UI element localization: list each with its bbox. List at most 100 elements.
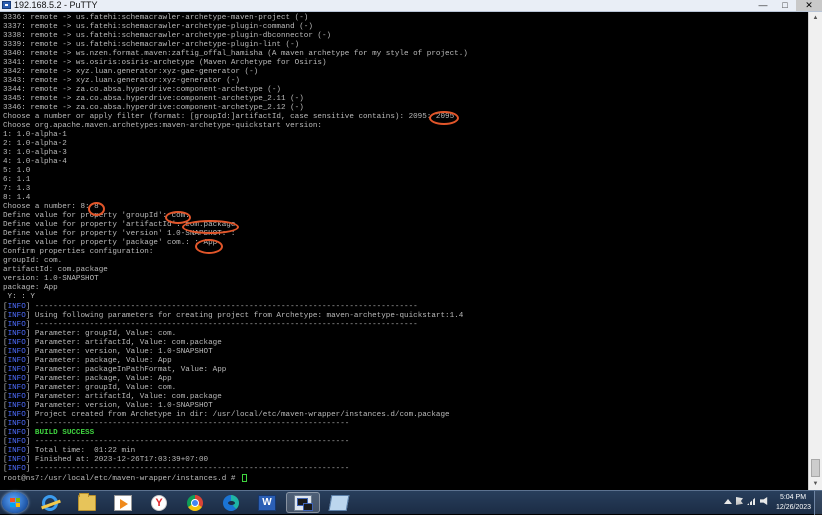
terminal-line: Define value for property 'version' 1.0-… — [3, 230, 468, 239]
log-level-text: INFO — [7, 320, 26, 329]
terminal-text: ] Parameter: groupId, Value: com. — [25, 383, 177, 392]
action-center-flag-icon[interactable] — [736, 497, 743, 505]
log-level-text: INFO — [7, 437, 26, 446]
terminal-line: 4: 1.0-alpha-4 — [3, 158, 468, 167]
terminal-line: package: App — [3, 284, 468, 293]
taskbar-item-internet-explorer[interactable] — [33, 492, 67, 513]
terminal-line: root@ns7:/usr/local/etc/maven-wrapper/in… — [3, 473, 468, 483]
terminal-line: 3344: remote -> za.co.absa.hyperdrive:co… — [3, 86, 468, 95]
close-button[interactable]: ✕ — [796, 0, 822, 11]
terminal-text: 3337: remote -> us.fatehi:schemacrawler-… — [3, 23, 313, 32]
terminal-text: ] --------------------------------------… — [25, 464, 350, 473]
minimize-button[interactable]: — — [752, 0, 774, 11]
notepad-icon — [328, 494, 350, 511]
terminal-line: [INFO] Finished at: 2023-12-26T17:03:39+… — [3, 456, 468, 465]
terminal-line: [INFO] ---------------------------------… — [3, 465, 468, 474]
log-level-text: INFO — [7, 329, 26, 338]
terminal-line: 3342: remote -> xyz.luan.generator:xyz-g… — [3, 68, 468, 77]
terminal-text: ] Parameter: version, Value: 1.0-SNAPSHO… — [25, 401, 213, 410]
show-desktop-button[interactable] — [814, 491, 822, 515]
terminal-text: ] Parameter: groupId, Value: com. — [25, 329, 177, 338]
terminal-line: Choose a number or apply filter (format:… — [3, 113, 468, 122]
terminal-text: ] Parameter: package, Value: App — [25, 374, 172, 383]
terminal-line: [INFO] Parameter: artifactId, Value: com… — [3, 339, 468, 348]
log-level-text: INFO — [7, 401, 26, 410]
terminal-text: ] — [25, 428, 35, 437]
terminal-text: 4: 1.0-alpha-4 — [3, 158, 67, 167]
terminal-text: artifactId: com.package — [3, 266, 108, 275]
scrollbar-thumb[interactable] — [811, 459, 820, 477]
terminal-text: root@ns7:/usr/local/etc/maven-wrapper/in… — [3, 474, 240, 483]
terminal-text: Define value for property 'groupId': com… — [3, 212, 190, 221]
terminal[interactable]: 3336: remote -> us.fatehi:schemacrawler-… — [0, 12, 808, 490]
title-bar[interactable]: 192.168.5.2 - PuTTY — □ ✕ — [0, 0, 822, 12]
scroll-up-arrow-icon[interactable]: ▲ — [809, 12, 822, 24]
terminal-text: Choose a number or apply filter (format:… — [3, 113, 455, 122]
terminal-line: 5: 1.0 — [3, 167, 468, 176]
terminal-line: [INFO] Parameter: packageInPathFormat, V… — [3, 366, 468, 375]
taskbar-item-chrome[interactable] — [178, 492, 212, 513]
taskbar-item-putty[interactable] — [286, 492, 320, 513]
terminal-line: [INFO] Parameter: artifactId, Value: com… — [3, 393, 468, 402]
terminal-line: 3: 1.0-alpha-3 — [3, 149, 468, 158]
log-level-text: INFO — [7, 374, 26, 383]
terminal-text: Confirm properties configuration: — [3, 248, 154, 257]
terminal-text: 8: 1.4 — [3, 194, 31, 203]
log-level-text: INFO — [7, 302, 26, 311]
terminal-output: 3336: remote -> us.fatehi:schemacrawler-… — [3, 14, 468, 483]
log-level-text: INFO — [7, 365, 26, 374]
maximize-button[interactable]: □ — [774, 0, 796, 11]
log-level-text: INFO — [7, 446, 26, 455]
terminal-text: ] Total time: 01:22 min — [25, 446, 136, 455]
terminal-text: Choose a number: 8: 8 — [3, 203, 99, 212]
start-button[interactable] — [2, 492, 28, 513]
windows-logo-icon — [10, 498, 20, 507]
terminal-text: package: App — [3, 284, 58, 293]
taskbar-item-yandex-browser[interactable]: Y — [142, 492, 176, 513]
terminal-line: 3346: remote -> za.co.absa.hyperdrive:co… — [3, 104, 468, 113]
system-clock[interactable]: 5:04 PM 12/26/2023 — [776, 493, 812, 512]
terminal-text: 3342: remote -> xyz.luan.generator:xyz-g… — [3, 68, 259, 77]
terminal-text: ] Parameter: artifactId, Value: com.pack… — [25, 338, 222, 347]
clock-date: 12/26/2023 — [776, 503, 812, 511]
terminal-text: 1: 1.0-alpha-1 — [3, 131, 67, 140]
taskbar-item-edge[interactable] — [214, 492, 248, 513]
terminal-line: 3341: remote -> ws.osiris:osiris-archety… — [3, 59, 468, 68]
terminal-line: [INFO] Parameter: groupId, Value: com. — [3, 330, 468, 339]
log-level-text: INFO — [7, 428, 26, 437]
terminal-text: Define value for property 'artifactId': … — [3, 221, 236, 230]
terminal-line: Choose org.apache.maven.archetypes:maven… — [3, 122, 468, 131]
terminal-line: Choose a number: 8: 8 — [3, 203, 468, 212]
system-tray — [724, 497, 769, 505]
putty-app-icon[interactable] — [2, 1, 11, 9]
terminal-line: 3339: remote -> us.fatehi:schemacrawler-… — [3, 41, 468, 50]
ie-icon — [42, 494, 58, 511]
terminal-text: 2: 1.0-alpha-2 — [3, 140, 67, 149]
taskbar-item-file-explorer[interactable] — [70, 492, 104, 513]
terminal-text: 3341: remote -> ws.osiris:osiris-archety… — [3, 59, 327, 68]
terminal-line: Define value for property 'artifactId': … — [3, 221, 468, 230]
terminal-line: [INFO] Total time: 01:22 min — [3, 447, 468, 456]
terminal-line: groupId: com. — [3, 257, 468, 266]
folder-icon — [78, 492, 96, 511]
terminal-line: 1: 1.0-alpha-1 — [3, 131, 468, 140]
terminal-text: 3344: remote -> za.co.absa.hyperdrive:co… — [3, 86, 281, 95]
network-icon[interactable] — [747, 497, 756, 505]
taskbar-item-media-player[interactable] — [106, 492, 140, 513]
terminal-text: ] --------------------------------------… — [25, 320, 418, 329]
terminal-text: ] --------------------------------------… — [25, 302, 418, 311]
terminal-line: [INFO] ---------------------------------… — [3, 420, 468, 429]
volume-icon[interactable] — [760, 497, 768, 505]
vertical-scrollbar[interactable]: ▲ ▼ — [808, 12, 822, 490]
terminal-text: 5: 1.0 — [3, 167, 31, 176]
scroll-down-arrow-icon[interactable]: ▼ — [809, 478, 822, 490]
taskbar-item-notepad[interactable] — [322, 492, 356, 513]
terminal-line: Y: : Y — [3, 293, 468, 302]
terminal-text: groupId: com. — [3, 257, 63, 266]
taskbar-item-word[interactable]: W — [250, 492, 284, 513]
terminal-line: 3340: remote -> ws.nzen.format.maven:zaf… — [3, 50, 468, 59]
window-title: 192.168.5.2 - PuTTY — [14, 0, 98, 10]
show-hidden-icons-icon[interactable] — [724, 498, 732, 504]
terminal-text: 3338: remote -> us.fatehi:schemacrawler-… — [3, 32, 332, 41]
terminal-line: Define value for property 'package' com.… — [3, 239, 468, 248]
